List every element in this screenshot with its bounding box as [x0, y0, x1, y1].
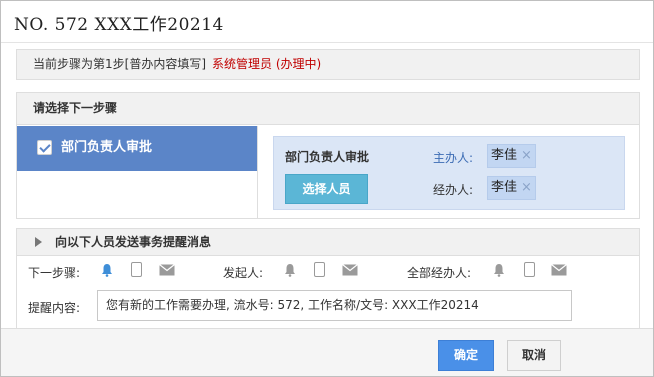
- step-detail-title: 部门负责人审批: [285, 150, 370, 164]
- cancel-button[interactable]: 取消: [507, 340, 561, 371]
- initiator-remind-label: 发起人:: [223, 266, 264, 280]
- current-step-bar: 当前步骤为第1步[普办内容填写] 系统管理员 (办理中): [16, 49, 640, 80]
- main-handler-label: 主办人:: [433, 151, 474, 165]
- bell-icon[interactable]: [492, 263, 506, 277]
- remind-content-label: 提醒内容:: [28, 301, 81, 315]
- sms-icon[interactable]: [524, 262, 535, 277]
- assistant-tag: 李佳 ×: [487, 176, 536, 200]
- expand-triangle-icon: [35, 237, 42, 247]
- next-step-remind-label: 下一步骤:: [28, 266, 81, 280]
- mail-icon[interactable]: [342, 264, 358, 276]
- current-handler: 系统管理员 (办理中): [212, 57, 322, 71]
- sms-icon[interactable]: [131, 262, 142, 277]
- assistant-label: 经办人:: [433, 183, 474, 197]
- step-option-dept-head-approval[interactable]: 部门负责人审批: [17, 126, 257, 171]
- dialog: NO. 572 XXX工作20214 当前步骤为第1步[普办内容填写] 系统管理员…: [0, 0, 654, 377]
- step-list-divider: [257, 126, 258, 218]
- dialog-title: NO. 572 XXX工作20214: [14, 15, 224, 35]
- remove-main-handler-icon[interactable]: ×: [521, 148, 532, 163]
- bell-icon[interactable]: [283, 263, 297, 277]
- title-divider: [1, 42, 653, 43]
- main-handler-name: 李佳: [491, 148, 518, 163]
- bell-icon[interactable]: [100, 263, 114, 277]
- next-step-panel: 请选择下一步骤 部门负责人审批 部门负责人审批 选择人员 主办人: 李佳 × 经办…: [16, 92, 640, 219]
- select-person-button[interactable]: 选择人员: [285, 174, 368, 204]
- sms-icon[interactable]: [314, 262, 325, 277]
- mail-icon[interactable]: [551, 264, 567, 276]
- ok-button[interactable]: 确定: [438, 340, 494, 371]
- current-step-text: 当前步骤为第1步[普办内容填写]: [33, 57, 206, 71]
- next-step-header: 请选择下一步骤: [17, 93, 639, 125]
- mail-icon[interactable]: [159, 264, 175, 276]
- reminder-header[interactable]: 向以下人员发送事务提醒消息: [17, 229, 639, 256]
- assistant-name: 李佳: [491, 180, 518, 195]
- step-detail-box: 部门负责人审批 选择人员 主办人: 李佳 × 经办人: 李佳 ×: [273, 136, 625, 210]
- step-option-checkbox[interactable]: [37, 140, 52, 155]
- remind-content-input[interactable]: 您有新的工作需要办理, 流水号: 572, 工作名称/文号: XXX工作2021…: [97, 290, 572, 321]
- step-option-label: 部门负责人审批: [61, 140, 153, 155]
- reminder-header-text: 向以下人员发送事务提醒消息: [55, 235, 212, 249]
- main-handler-tag: 李佳 ×: [487, 144, 536, 168]
- remove-assistant-icon[interactable]: ×: [521, 180, 532, 195]
- all-handlers-remind-label: 全部经办人:: [407, 266, 472, 280]
